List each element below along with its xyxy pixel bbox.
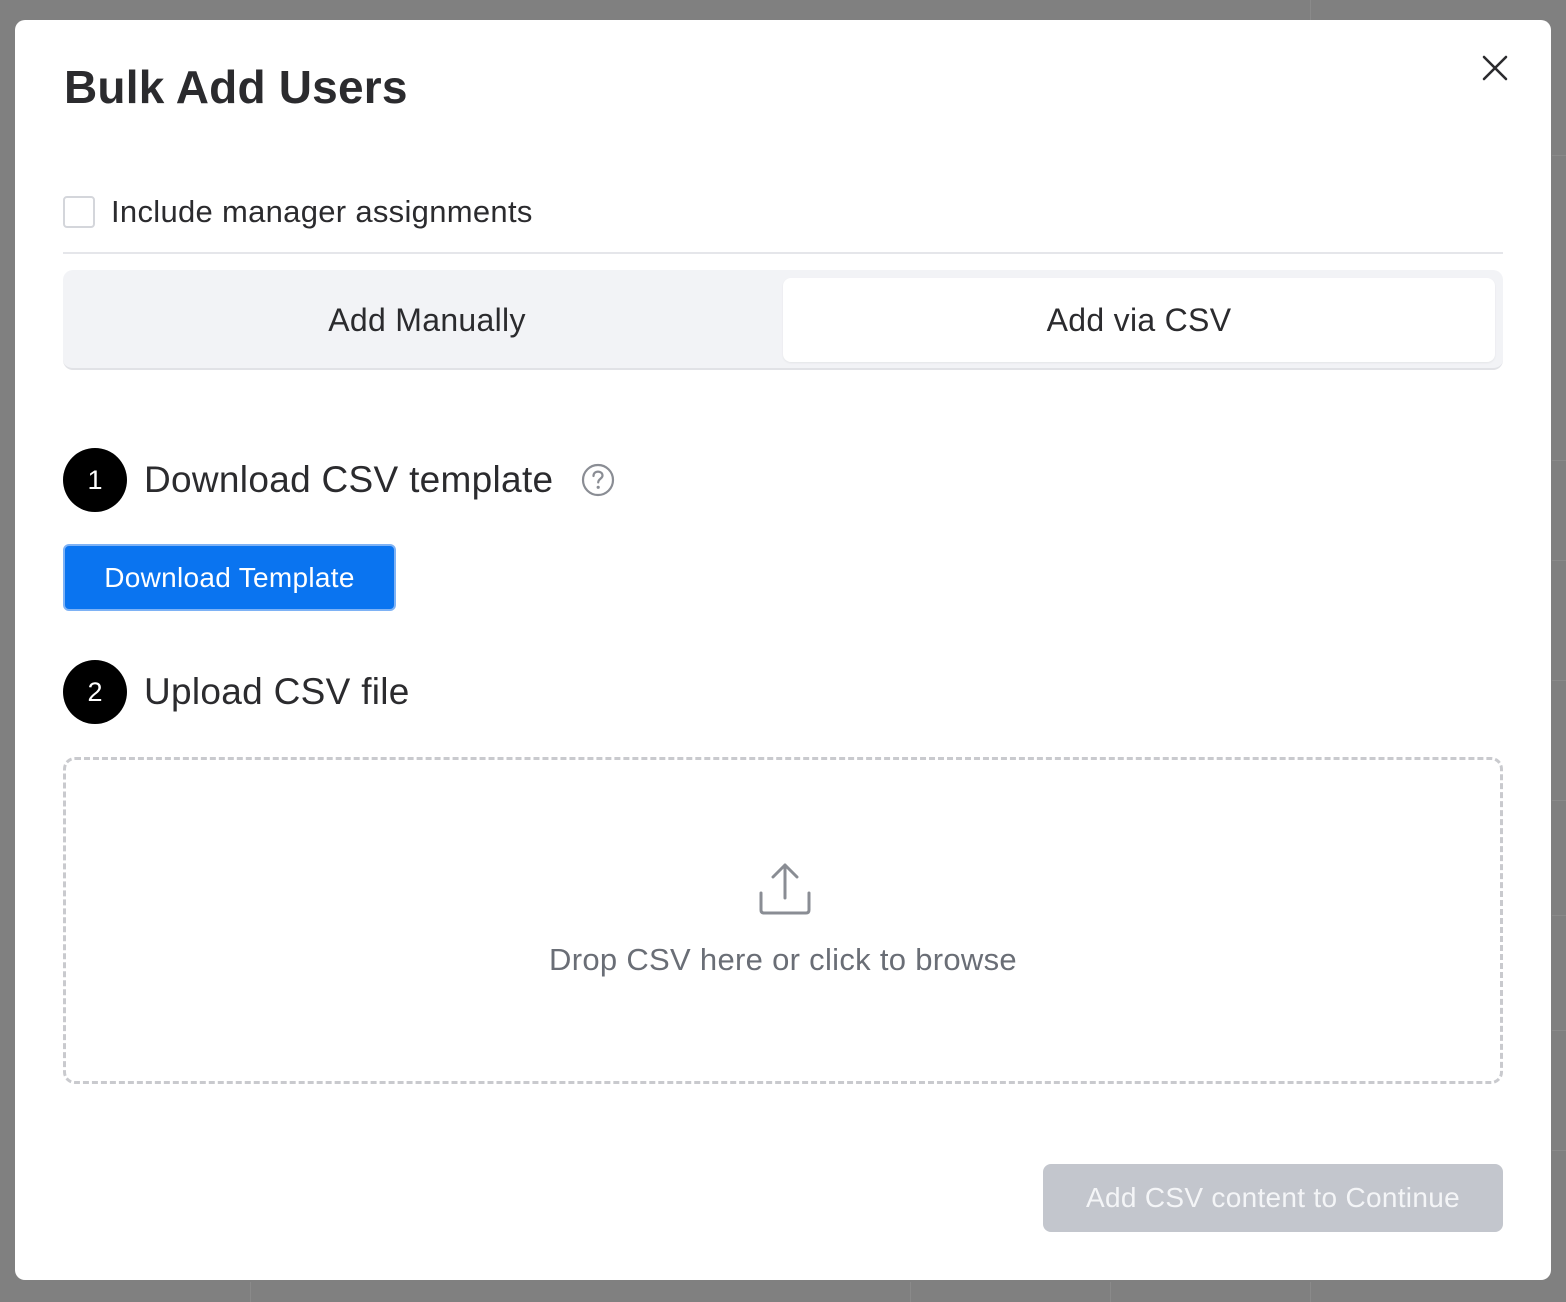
close-icon bbox=[1482, 55, 1508, 81]
dialog-title: Bulk Add Users bbox=[64, 61, 408, 113]
include-manager-option[interactable]: Include manager assignments bbox=[63, 194, 533, 230]
add-mode-tabs: Add Manually Add via CSV bbox=[63, 270, 1503, 370]
step-download-template: 1 Download CSV template bbox=[63, 448, 615, 512]
continue-button[interactable]: Add CSV content to Continue bbox=[1043, 1164, 1503, 1232]
step-title: Upload CSV file bbox=[144, 671, 410, 712]
step-number-badge: 2 bbox=[63, 660, 127, 724]
include-manager-label: Include manager assignments bbox=[111, 194, 533, 229]
step-number-badge: 1 bbox=[63, 448, 127, 512]
csv-dropzone[interactable]: Drop CSV here or click to browse bbox=[63, 757, 1503, 1084]
upload-icon bbox=[759, 863, 811, 915]
divider bbox=[63, 252, 1503, 254]
include-manager-checkbox[interactable] bbox=[63, 196, 95, 228]
bulk-add-users-dialog: Bulk Add Users Include manager assignmen… bbox=[15, 20, 1551, 1280]
download-template-button[interactable]: Download Template bbox=[63, 544, 396, 611]
tab-add-manually[interactable]: Add Manually bbox=[71, 278, 783, 362]
tab-add-via-csv[interactable]: Add via CSV bbox=[783, 278, 1495, 362]
close-button[interactable] bbox=[1477, 50, 1513, 86]
help-circle-icon[interactable] bbox=[581, 463, 615, 497]
dropzone-instructions: Drop CSV here or click to browse bbox=[549, 942, 1017, 977]
step-title: Download CSV template bbox=[144, 459, 554, 500]
step-upload-file: 2 Upload CSV file bbox=[63, 660, 410, 724]
